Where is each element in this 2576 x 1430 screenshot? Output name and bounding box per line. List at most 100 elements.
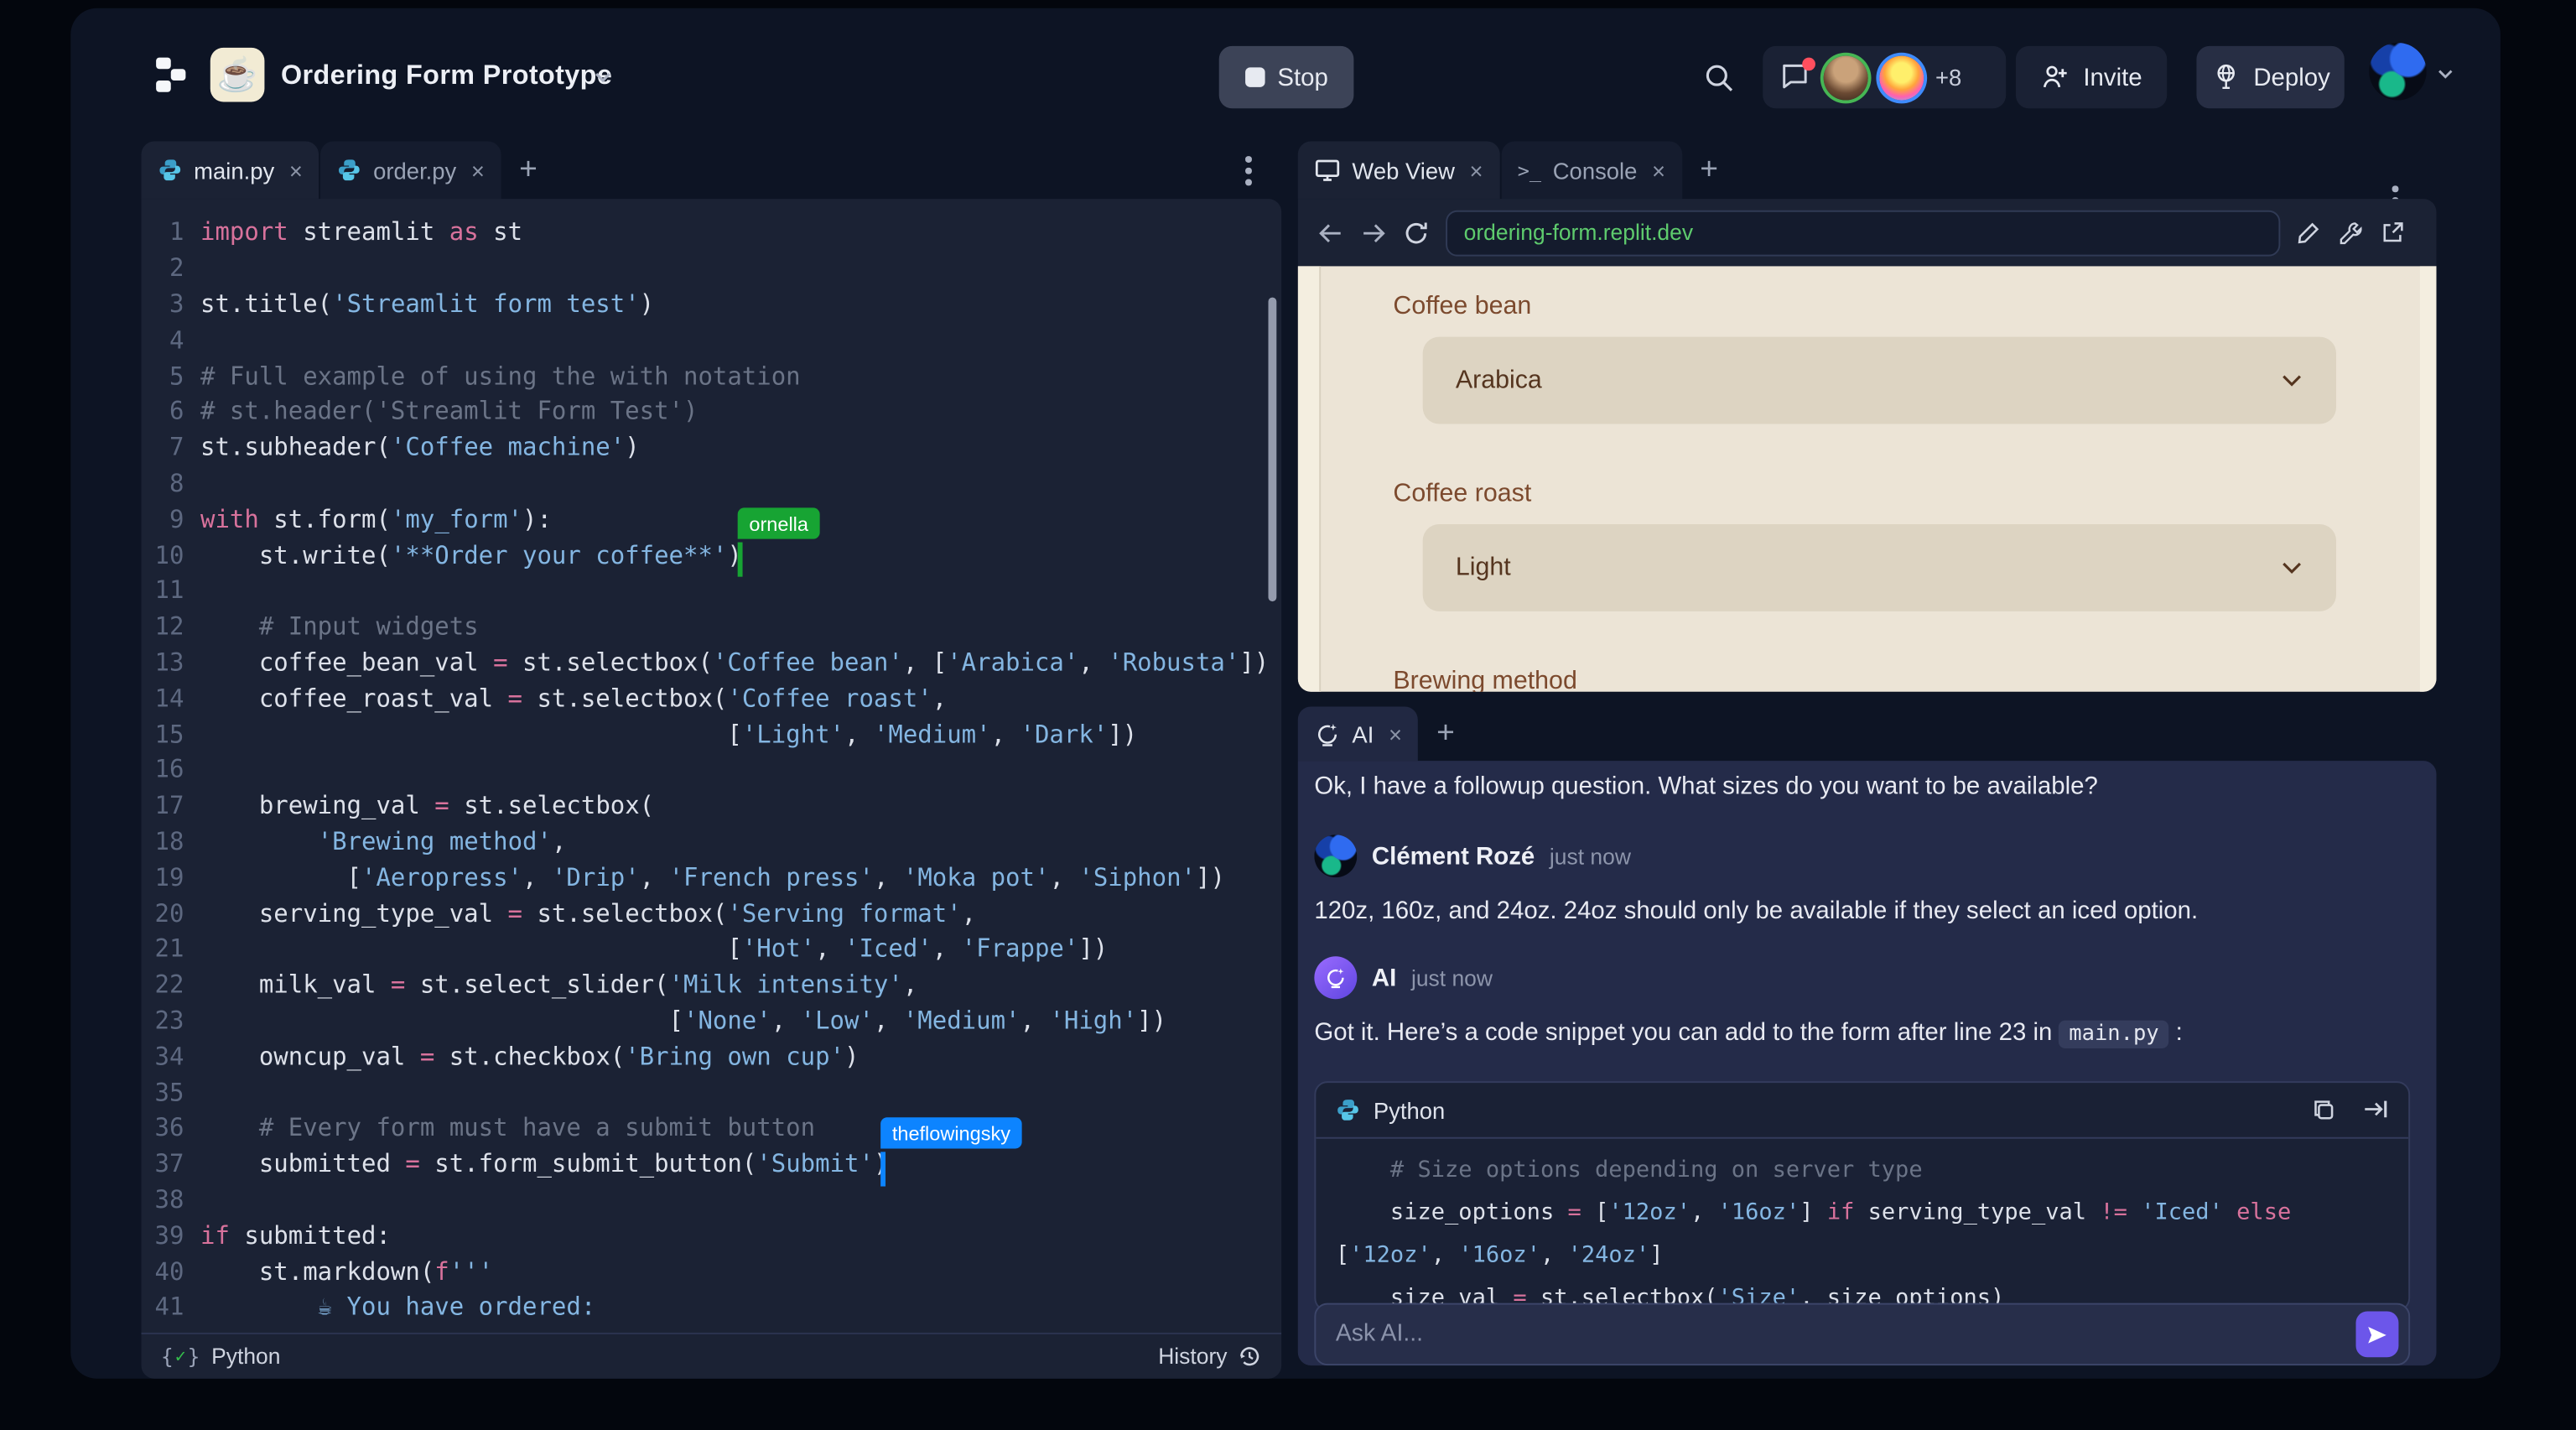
- code-line[interactable]: 16: [141, 752, 1281, 788]
- message-text: :: [2175, 1018, 2183, 1048]
- code-line[interactable]: 19 ['Aeropress', 'Drip', 'French press',…: [141, 860, 1281, 896]
- webview-right-gutter: [2419, 266, 2437, 692]
- chat-message-text: Got it. Here’s a code snippet you can ad…: [1314, 1018, 2183, 1048]
- ai-code-rows: # Size options depending on server type …: [1316, 1139, 2408, 1309]
- copy-icon[interactable]: [2312, 1098, 2336, 1122]
- code-line[interactable]: 34 owncup_val = st.checkbox('Bring own c…: [141, 1039, 1281, 1075]
- code-line[interactable]: 39 if submitted:: [141, 1218, 1281, 1254]
- history-button[interactable]: History: [1158, 1344, 1261, 1369]
- coffee-roast-select[interactable]: Light: [1422, 523, 2336, 611]
- code-line[interactable]: 36 # Every form must have a submit butto…: [141, 1110, 1281, 1147]
- code-line[interactable]: 14 coffee_roast_val = st.selectbox('Coff…: [141, 681, 1281, 717]
- code-line[interactable]: 15 ['Light', 'Medium', 'Dark']): [141, 717, 1281, 753]
- code-line[interactable]: 21 ['Hot', 'Iced', 'Frappe']): [141, 932, 1281, 968]
- code-line[interactable]: 41 ☕ You have ordered:: [141, 1290, 1281, 1326]
- edit-url-icon[interactable]: [2297, 221, 2321, 245]
- monitor-icon: [1315, 159, 1340, 181]
- user-avatar[interactable]: [1314, 835, 1358, 878]
- refresh-icon[interactable]: [1403, 220, 1429, 246]
- collaborator-cursor-flag: ornella: [737, 507, 820, 539]
- search-icon[interactable]: [1704, 62, 1735, 93]
- close-icon[interactable]: ×: [1652, 157, 1665, 183]
- code-line[interactable]: 18 'Brewing method',: [141, 824, 1281, 861]
- inline-code-chip[interactable]: main.py: [2059, 1020, 2169, 1048]
- message-author: AI: [1371, 964, 1397, 992]
- send-button[interactable]: [2355, 1311, 2399, 1358]
- tab-console[interactable]: >_ Console ×: [1501, 141, 1682, 200]
- ai-code-block: Python # Size options depending on serve…: [1314, 1081, 2411, 1312]
- invite-label: Invite: [2083, 63, 2142, 91]
- tab-label: main.py: [194, 157, 275, 184]
- insert-code-icon[interactable]: [2362, 1098, 2388, 1121]
- code-line[interactable]: 7 st.subheader('Coffee machine'): [141, 430, 1281, 466]
- close-icon[interactable]: ×: [471, 157, 485, 183]
- tab-ai[interactable]: AI ×: [1297, 706, 1419, 762]
- webview-pane: ordering-form.replit.dev Coffee bean Ara…: [1297, 199, 2437, 692]
- coffee-bean-select[interactable]: Arabica: [1422, 336, 2336, 424]
- new-tab-button[interactable]: +: [1684, 141, 1735, 199]
- project-title[interactable]: Ordering Form Prototype: [281, 60, 612, 91]
- back-icon[interactable]: [1317, 221, 1343, 244]
- deploy-label: Deploy: [2253, 63, 2330, 91]
- code-line[interactable]: 12 # Input widgets: [141, 609, 1281, 645]
- chevron-down-icon[interactable]: [593, 70, 613, 84]
- code-line[interactable]: 2: [141, 251, 1281, 287]
- code-line[interactable]: 4: [141, 323, 1281, 359]
- code-line[interactable]: 22 milk_val = st.select_slider('Milk int…: [141, 967, 1281, 1003]
- screen: ☕ Ordering Form Prototype Stop +8 Invite: [0, 0, 2576, 1430]
- forward-icon[interactable]: [1360, 221, 1386, 244]
- chat-icon[interactable]: [1779, 57, 1815, 93]
- code-line[interactable]: 23 ['None', 'Low', 'Medium', 'High']): [141, 1003, 1281, 1039]
- tab-order-py[interactable]: order.py ×: [320, 141, 501, 200]
- tab-label: AI: [1352, 720, 1374, 747]
- code-line[interactable]: 17 brewing_val = st.selectbox(: [141, 788, 1281, 824]
- select-value: Arabica: [1455, 365, 1542, 394]
- url-bar[interactable]: ordering-form.replit.dev: [1446, 209, 2281, 256]
- history-icon: [1240, 1347, 1259, 1366]
- replit-logo-icon[interactable]: [156, 57, 189, 94]
- code-line[interactable]: 5 # Full example of using the with notati…: [141, 358, 1281, 394]
- deploy-button[interactable]: Deploy: [2196, 45, 2345, 109]
- stop-square-icon: [1244, 67, 1265, 87]
- project-icon[interactable]: ☕: [210, 47, 265, 102]
- close-icon[interactable]: ×: [1470, 157, 1483, 183]
- editor-pane-menu-icon[interactable]: [1245, 156, 1252, 185]
- code-line[interactable]: 1 import streamlit as st: [141, 216, 1281, 252]
- close-icon[interactable]: ×: [289, 157, 303, 183]
- profile-avatar[interactable]: [2369, 42, 2427, 101]
- code-line[interactable]: 10 st.write('**Order your coffee**'): [141, 538, 1281, 574]
- code-line[interactable]: 8: [141, 466, 1281, 502]
- new-tab-button[interactable]: +: [503, 141, 554, 199]
- code-line[interactable]: 6 # st.header('Streamlit Form Test'): [141, 394, 1281, 430]
- stop-button[interactable]: Stop: [1218, 45, 1354, 109]
- close-icon[interactable]: ×: [1389, 720, 1402, 746]
- tab-web-view[interactable]: Web View ×: [1297, 141, 1500, 200]
- open-external-icon[interactable]: [2381, 221, 2405, 245]
- code-line[interactable]: 40 st.markdown(f''': [141, 1254, 1281, 1290]
- code-line[interactable]: 11: [141, 574, 1281, 610]
- collaborator-avatar[interactable]: [1879, 55, 1924, 100]
- collaborators-group: +8: [1763, 45, 2007, 109]
- coffee-emoji-icon: ☕: [216, 57, 258, 94]
- new-tab-button[interactable]: +: [1420, 706, 1472, 761]
- code-line[interactable]: 20 serving_type_val = st.selectbox('Serv…: [141, 896, 1281, 932]
- collaborator-avatar[interactable]: [1823, 55, 1868, 100]
- code-language-label: Python: [1373, 1096, 1446, 1124]
- editor-scrollbar[interactable]: [1268, 297, 1277, 602]
- tab-main-py[interactable]: main.py ×: [141, 141, 319, 200]
- chevron-down-icon[interactable]: [2436, 67, 2454, 81]
- tab-label: Web View: [1352, 157, 1455, 184]
- collaborator-overflow-count[interactable]: +8: [1935, 64, 1961, 90]
- code-line[interactable]: 3 st.title('Streamlit form test'): [141, 287, 1281, 323]
- devtools-icon[interactable]: [2338, 220, 2364, 246]
- ask-ai-input[interactable]: [1335, 1321, 2356, 1348]
- invite-button[interactable]: Invite: [2015, 45, 2168, 109]
- code-line[interactable]: 13 coffee_bean_val = st.selectbox('Coffe…: [141, 645, 1281, 681]
- code-line[interactable]: 35: [141, 1075, 1281, 1111]
- notification-dot: [1802, 57, 1815, 71]
- code-editor[interactable]: 1 import streamlit as st 2 3 st.title('Strea…: [141, 199, 1282, 1379]
- code-line[interactable]: 9 with st.form('my_form'):: [141, 502, 1281, 538]
- code-line[interactable]: 37 submitted = st.form_submit_button('Su…: [141, 1147, 1281, 1183]
- message-text: Got it. Here’s a code snippet you can ad…: [1314, 1018, 2053, 1048]
- code-line[interactable]: 38: [141, 1183, 1281, 1219]
